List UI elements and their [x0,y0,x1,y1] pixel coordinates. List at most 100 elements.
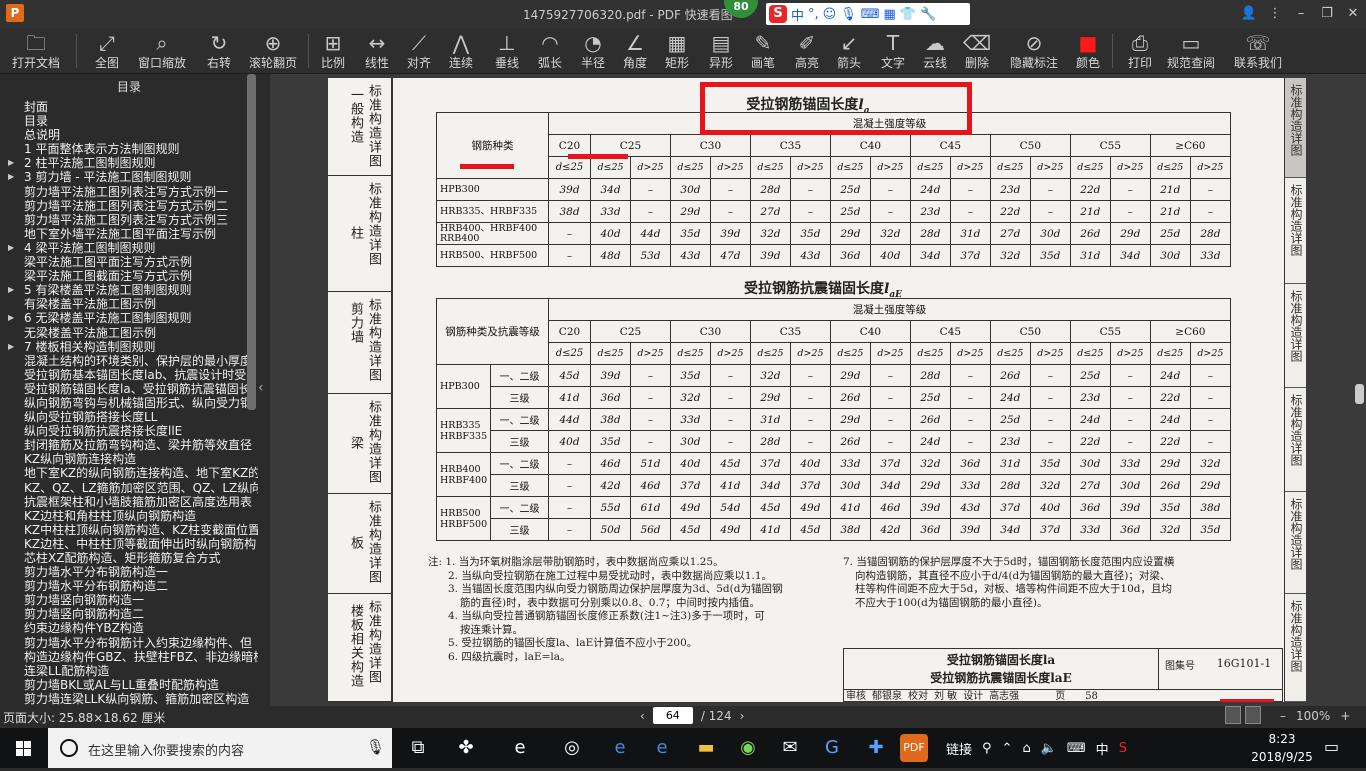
prev-page-icon[interactable]: ‹ [640,709,645,723]
microphone-icon[interactable]: 🎙 [366,738,385,756]
keyboard-icon[interactable]: ⌨ [861,7,880,22]
toc-item[interactable]: 地下室KZ的纵向钢筋连接构造、地下室KZ的 [0,466,258,480]
toc-item[interactable]: KZ、QZ、LZ箍筋加密区范围、QZ、LZ纵向钢 [0,481,258,495]
toc-item[interactable]: 目录 [0,114,258,128]
taskbar-search[interactable]: 在这里输入你要搜索的内容 🎙 [48,728,392,768]
tool-rectangle-area-button[interactable]: ▦ 矩形 [662,30,692,72]
annotation-red-box[interactable] [700,82,972,135]
page-input[interactable] [652,707,693,724]
toc-item[interactable]: ▶ 3 剪力墙 - 平法施工图制图规则 [0,170,258,184]
minimize-button[interactable]: – [1288,0,1314,28]
toc-item[interactable]: KZ中柱柱顶纵向钢筋构造、KZ柱变截面位置 [0,523,258,537]
toc-item[interactable]: 剪力墙连梁LLK纵向钢筋、箍筋加密区构造 [0,692,258,706]
sogou-icon[interactable]: S [769,5,787,23]
edge-icon[interactable]: e [606,734,634,762]
toc-item[interactable]: 梁平法施工图平面注写方式示例 [0,255,258,269]
toc-item[interactable]: 总说明 [0,128,258,142]
toc-item[interactable]: 芯柱XZ配筋构造、矩形箍筋复合方式 [0,551,258,565]
ie-blue-icon[interactable]: e [648,734,676,762]
tool-folder-button[interactable]: 🗀 打开文档 [10,30,62,72]
zoom-out-icon[interactable]: – [1280,709,1286,723]
toc-item[interactable]: 剪力墙水平分布钢筋构造二 [0,579,258,593]
file-explorer-icon[interactable]: ▬ [692,734,720,762]
single-page-view-icon[interactable] [1225,706,1241,724]
skin-icon[interactable]: 👕 [900,7,916,22]
toc-item[interactable]: 纵向受拉钢筋搭接长度LL [0,410,258,424]
viewer-scrollbar[interactable] [1355,384,1364,404]
tool-pen-button[interactable]: ✎ 画笔 [748,30,778,72]
tool-eraser-button[interactable]: ⌫ 删除 [962,30,992,72]
emoji-icon[interactable]: ☺ [823,7,837,22]
toc-item[interactable]: 有梁楼盖平法施工图示例 [0,297,258,311]
toc-item[interactable]: KZ边柱、中柱柱顶等截面伸出时纵向钢筋构 [0,537,258,551]
people-icon[interactable]: ⚲ [982,741,992,756]
volume-icon[interactable]: 🔈 [1041,741,1057,756]
pdf-viewer-taskbar-icon[interactable]: PDF [900,734,928,762]
toc-item[interactable]: 梁平法施工图截面注写方式示例 [0,269,258,283]
tool-color-swatch-button[interactable]: ■ 颜色 [1073,30,1103,72]
tool-mouse-wheel-button[interactable]: ⊕ 滚轮翻页 [248,30,298,72]
toc-item[interactable]: 剪力墙水平分布钢筋构造一 [0,565,258,579]
voice-icon[interactable]: 🎙 [840,7,857,22]
zoom-in-icon[interactable]: + [1340,709,1350,723]
toc-item[interactable]: 纵向受拉钢筋抗震搭接长度llE [0,424,258,438]
ime-toolbar[interactable]: S 中 °, ☺ 🎙 ⌨ ▦ 👕 🔧 [766,3,970,25]
sidebar-scrollbar[interactable] [247,74,256,410]
toc-item[interactable]: 1 平面整体表示方法制图规则 [0,142,258,156]
toc-item[interactable]: ▶ 5 有梁楼盖平法施工图制图规则 [0,283,258,297]
app-g-icon[interactable]: G [818,734,846,762]
toc-item[interactable]: 抗震框架柱和小墙肢箍筋加密区高度选用表 [0,495,258,509]
toc-item[interactable]: 剪力墙BKL或AL与LL重叠时配筋构造 [0,678,258,692]
expand-arrow-icon[interactable]: ▶ [8,170,14,184]
app-plus-icon[interactable]: ✚ [862,734,890,762]
tool-highlight-button[interactable]: ✐ 高亮 [792,30,822,72]
tool-angle-button[interactable]: ∠ 角度 [620,30,650,72]
maximize-button[interactable]: ❐ [1314,0,1340,28]
toc-item[interactable]: 地下室外墙平法施工图平面注写示例 [0,227,258,241]
task-view-icon[interactable]: ⧉ [404,734,432,762]
expand-arrow-icon[interactable]: ▶ [8,283,14,297]
tool-cloud-line-button[interactable]: ☁ 云线 [920,30,950,72]
sogou-tray-icon[interactable]: S [1119,741,1127,756]
toc-item[interactable]: 剪力墙竖向钢筋构造一 [0,593,258,607]
tool-rotate-right-button[interactable]: ↻ 右转 [204,30,234,72]
toc-item[interactable]: 剪力墙平法施工图列表注写方式示例二 [0,199,258,213]
toc-item[interactable]: ▶ 6 无梁楼盖平法施工图制图规则 [0,311,258,325]
clock[interactable]: 8:23 2018/9/25 [1246,730,1318,766]
toc-item[interactable]: ▶ 7 楼板相关构造制图规则 [0,340,258,354]
toc-item[interactable]: 连梁LL配筋构造 [0,664,258,678]
wrench-icon[interactable]: 🔧 [920,7,936,22]
close-button[interactable]: ✕ [1340,0,1366,28]
tool-radius-button[interactable]: ◔ 半径 [578,30,608,72]
browser-icon[interactable]: ◎ [558,734,586,762]
next-page-icon[interactable]: › [740,709,745,723]
tool-book-button[interactable]: ▭ 规范查阅 [1167,30,1215,72]
tool-contact-button[interactable]: ☏ 联系我们 [1234,30,1282,72]
annotation-red-underline-c20[interactable] [568,154,628,159]
tool-arc-length-button[interactable]: ◠ 弧长 [535,30,565,72]
tool-aligned-dim-button[interactable]: ⟋ 对齐 [404,30,434,72]
tool-hide-markup-button[interactable]: ⊘ 隐藏标注 [1010,30,1058,72]
toc-item[interactable]: 受拉钢筋锚固长度la、受拉钢筋抗震锚固长 [0,382,258,396]
keyboard-tray-icon[interactable]: ⌨ [1067,741,1086,756]
link-label[interactable]: 链接 [946,739,972,758]
fan-app-icon[interactable]: ✤ [452,734,480,762]
ime-lang[interactable]: 中 [791,5,804,24]
notification-icon[interactable]: ▭ [1324,737,1339,756]
toc-item[interactable]: 剪力墙平法施工图列表注写方式示例三 [0,213,258,227]
grid-icon[interactable]: ▦ [884,7,896,22]
tray-expand-icon[interactable]: ⌃ [1002,741,1013,756]
tool-arrow-button[interactable]: ↙ 箭头 [834,30,864,72]
annotation-red-underline-page[interactable] [1220,699,1274,702]
expand-arrow-icon[interactable]: ▶ [8,156,14,170]
toc-item[interactable]: KZ边柱和角柱柱顶纵向钢筋构造 [0,509,258,523]
tool-continuous-dim-button[interactable]: ⋀ 连续 [446,30,476,72]
toc-item[interactable]: ▶ 2 柱平法施工图制图规则 [0,156,258,170]
toc-item[interactable]: 封闭箍筋及拉筋弯钩构造、梁并筋等效直径 [0,438,258,452]
mail-icon[interactable]: ✉ [776,734,804,762]
tool-scale-button[interactable]: ⊞ 比例 [318,30,348,72]
toc-item[interactable]: 剪力墙竖向钢筋构造二 [0,607,258,621]
ie-icon[interactable]: e [506,734,534,762]
tool-perpendicular-button[interactable]: ⊥ 垂线 [492,30,522,72]
toc-item[interactable]: 纵向钢筋弯钩与机械锚固形式、纵向受力钢 [0,396,258,410]
